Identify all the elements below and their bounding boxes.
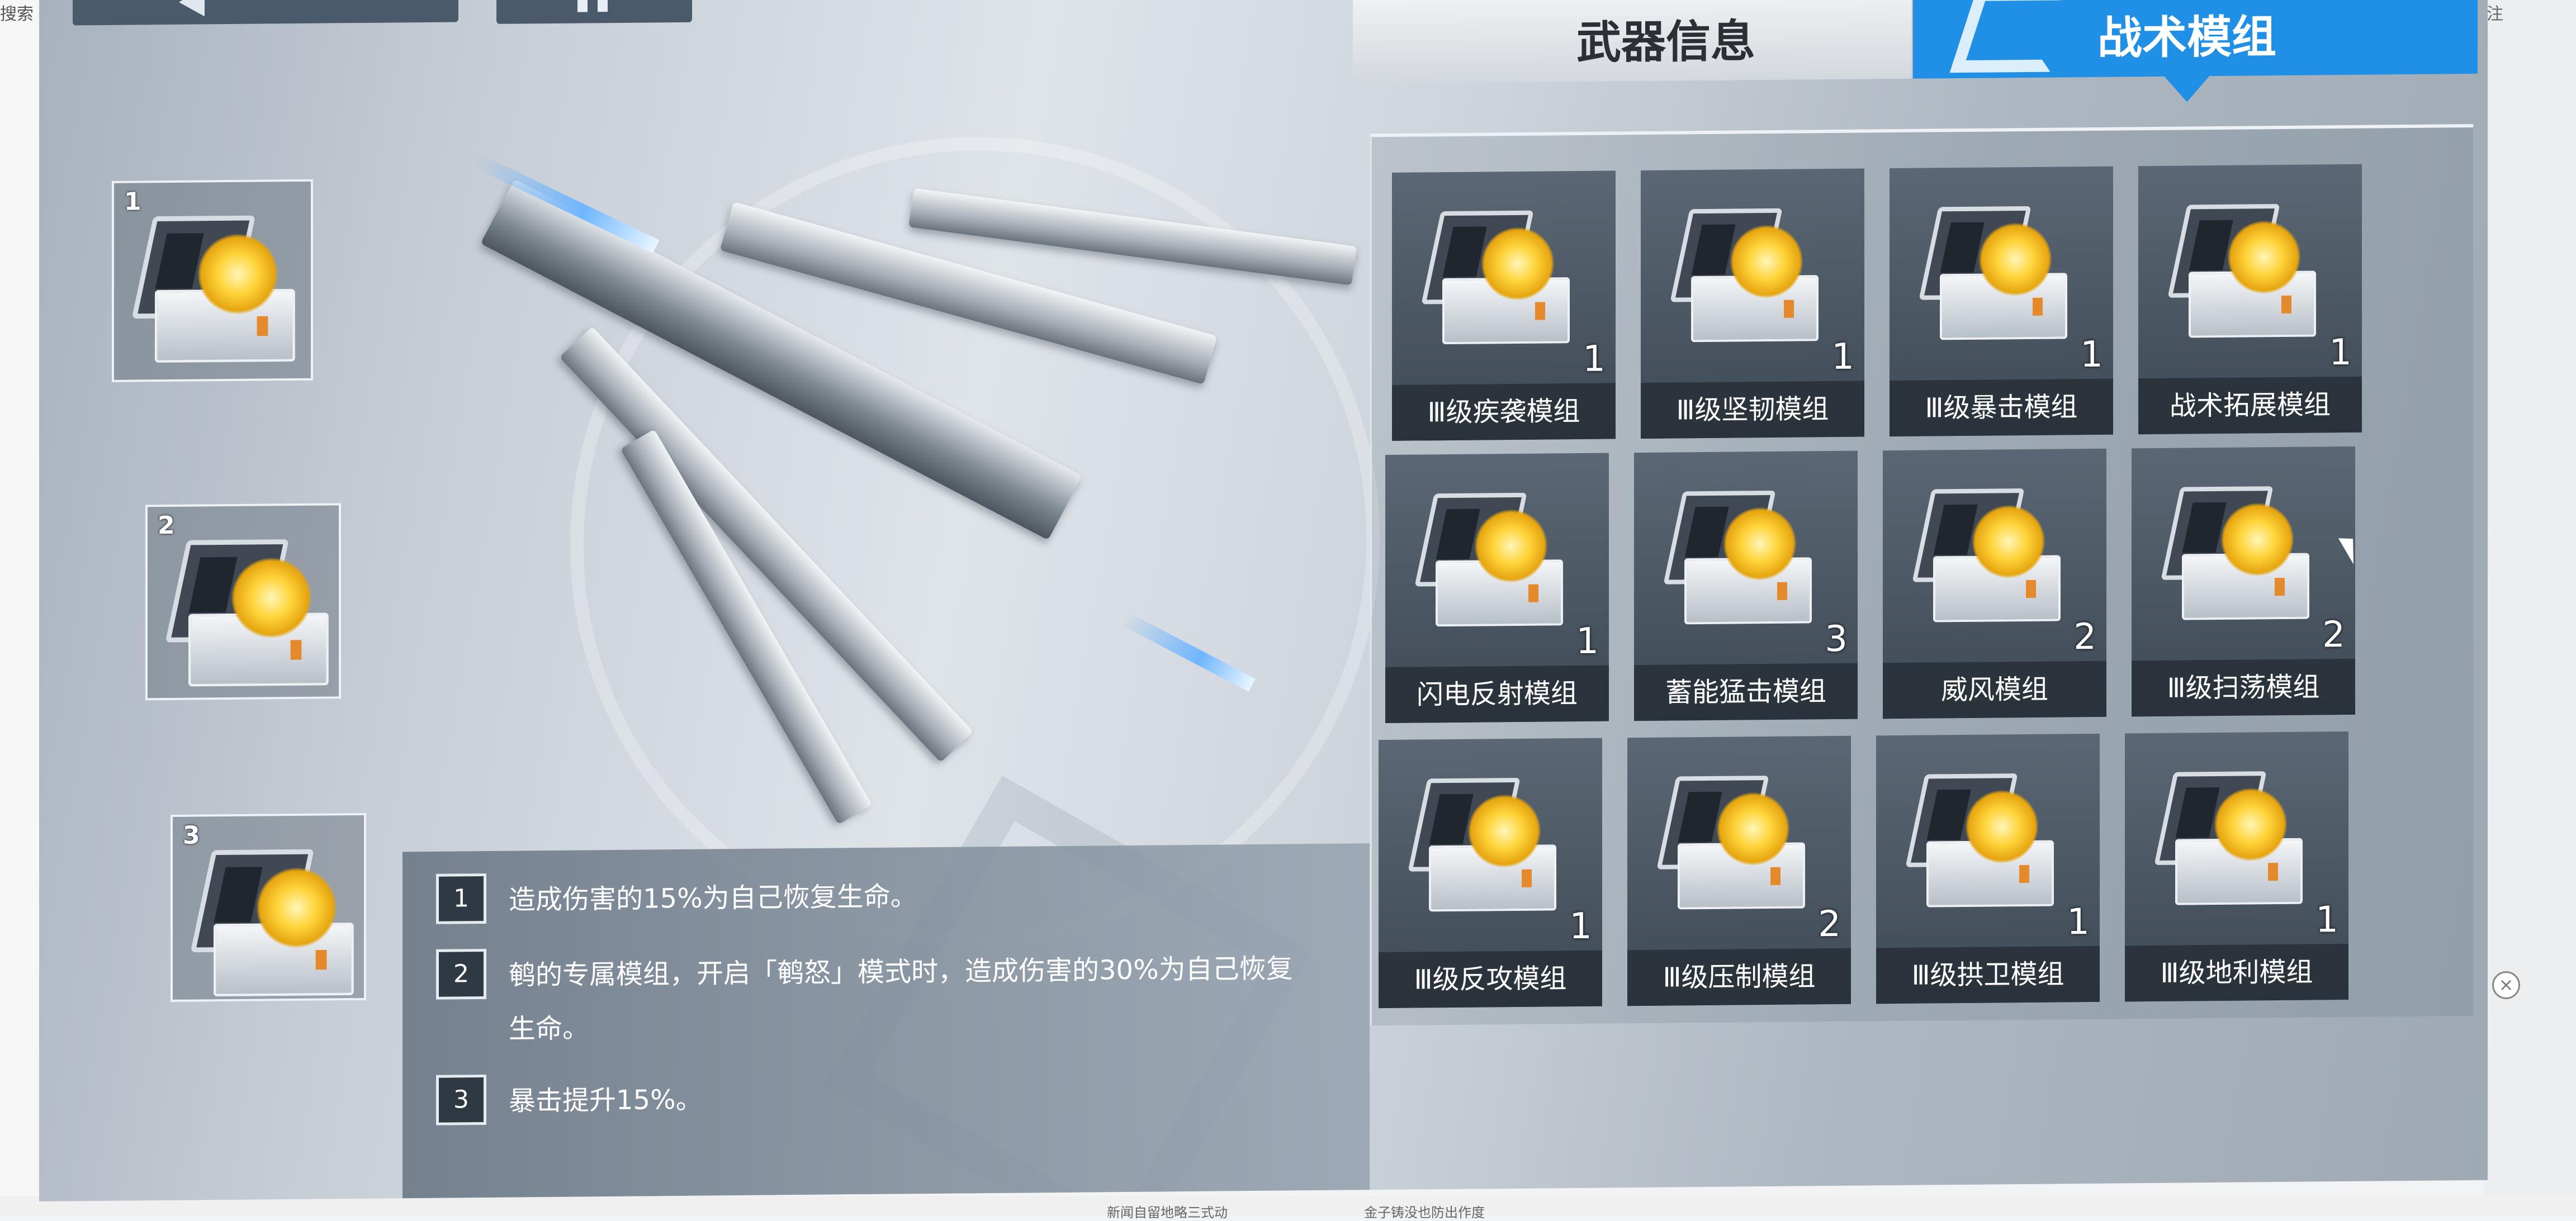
module-chest-icon: [1421, 210, 1582, 351]
module-count: 3: [1825, 618, 1848, 661]
bottom-link[interactable]: 新闻自留地略三式动: [1107, 1201, 1228, 1221]
module-count: 1: [2067, 901, 2090, 943]
module-name: 蓄能猛击模组: [1634, 663, 1858, 721]
module-chest-icon: [1656, 775, 1817, 916]
module-slot-2[interactable]: 2: [145, 503, 342, 701]
description-row: 2 鹌的专属模组，开启「鹌怒」模式时，造成伤害的30%为自己恢复生命。: [436, 942, 1319, 1057]
close-ad-icon[interactable]: ×: [2492, 971, 2520, 999]
module-card[interactable]: 1 Ⅲ级暴击模组: [1890, 166, 2113, 437]
module-chest-icon: [1670, 208, 1831, 349]
module-card[interactable]: 2 Ⅲ级扫荡模组: [2132, 446, 2355, 717]
description-number: 3: [436, 1075, 486, 1125]
module-card[interactable]: 1 闪电反射模组: [1385, 453, 1609, 723]
webpage-left-text: 搜索: [0, 4, 34, 24]
module-name: Ⅲ级扫荡模组: [2132, 658, 2355, 717]
module-count: 1: [2315, 899, 2338, 941]
module-count: 1: [2329, 331, 2352, 374]
module-count: 2: [2073, 616, 2096, 658]
pause-icon: [577, 0, 608, 12]
description-text: 造成伤害的15%为自己恢复生命。: [509, 881, 917, 916]
module-name: 闪电反射模组: [1385, 665, 1609, 723]
module-chest-icon: [2161, 486, 2322, 626]
module-card[interactable]: 3 蓄能猛击模组: [1634, 450, 1858, 721]
module-chest-icon: [131, 215, 309, 370]
description-text: 鹌的专属模组，开启「鹌怒」模式时，造成伤害的30%为自己恢复生命。: [509, 953, 1293, 1045]
module-name: Ⅲ级疾袭模组: [1392, 383, 1616, 441]
module-name: Ⅲ级反攻模组: [1379, 950, 1602, 1009]
module-name: Ⅲ级拱卫模组: [1876, 946, 2100, 1004]
tab-label: 战术模组: [2097, 11, 2276, 64]
module-card[interactable]: 1 Ⅲ级坚韧模组: [1641, 168, 1864, 439]
module-name: Ⅲ级暴击模组: [1890, 378, 2113, 437]
module-card[interactable]: 1 Ⅲ级地利模组: [2125, 731, 2348, 1002]
module-logo-icon: [1949, 0, 2078, 73]
active-tab-pointer: [2163, 75, 2210, 102]
module-chest-icon: [2154, 771, 2315, 911]
module-slot-3[interactable]: 3: [171, 813, 366, 1002]
module-chest-icon: [165, 539, 342, 694]
module-name: 威风模组: [1883, 661, 2106, 719]
module-name: 战术拓展模组: [2138, 376, 2362, 435]
tab-label: 武器信息: [1576, 15, 1755, 69]
module-count: 1: [1576, 620, 1599, 663]
module-chest-icon: [190, 849, 367, 1004]
module-chest-icon: [1408, 777, 1569, 918]
description-row: 3 暴击提升15%。: [436, 1067, 1319, 1129]
module-count: 2: [1818, 903, 1841, 946]
slot-number: 3: [183, 821, 200, 850]
module-count: 1: [1569, 905, 1592, 948]
weapon-illustration: [464, 134, 1414, 868]
module-chest-icon: [1919, 206, 2080, 346]
webpage-left-margin: [0, 0, 39, 1216]
webpage-right-text: 注: [2487, 4, 2503, 24]
tab-tactical-module[interactable]: 战术模组: [1913, 0, 2478, 79]
description-row: 1 造成伤害的15%为自己恢复生命。: [436, 866, 1319, 928]
module-count: 2: [2322, 614, 2345, 656]
module-card[interactable]: 1 Ⅲ级拱卫模组: [1876, 733, 2100, 1004]
slot-number: 2: [158, 511, 175, 540]
energy-tip: [1120, 611, 1256, 692]
slot-number: 1: [124, 187, 141, 216]
game-window: 1 2 3 1 造成伤害的15%为自己恢复生命。 2 鹌的专属模组，开启「鹌怒」模式…: [39, 0, 2488, 1201]
module-count: 1: [1831, 336, 1854, 378]
pause-button[interactable]: [496, 0, 692, 24]
module-count: 1: [1583, 338, 1606, 380]
webpage-right-margin: [2484, 0, 2576, 1216]
module-card[interactable]: 1 Ⅲ级反攻模组: [1379, 738, 1602, 1009]
module-chest-icon: [1912, 488, 2073, 629]
bottom-link[interactable]: 金子铸没也防出作度: [1364, 1201, 1485, 1221]
module-card[interactable]: 1 Ⅲ级疾袭模组: [1392, 170, 1616, 441]
module-chest-icon: [1663, 490, 1824, 631]
description-text: 暴击提升15%。: [509, 1084, 703, 1117]
module-name: Ⅲ级压制模组: [1627, 948, 1851, 1006]
description-number: 1: [436, 873, 486, 924]
module-count: 1: [2080, 334, 2103, 376]
module-chest-icon: [2167, 203, 2328, 344]
module-description-panel: 1 造成伤害的15%为自己恢复生命。 2 鹌的专属模组，开启「鹌怒」模式时，造成伤害…: [402, 843, 1370, 1199]
module-card[interactable]: 2 Ⅲ级压制模组: [1627, 735, 1851, 1006]
webpage-bottom-bar: [0, 1196, 2576, 1216]
module-name: Ⅲ级坚韧模组: [1641, 381, 1864, 439]
back-button[interactable]: [73, 0, 458, 26]
module-card[interactable]: 1 战术拓展模组: [2138, 164, 2362, 435]
module-card[interactable]: 2 威风模组: [1883, 448, 2106, 719]
module-chest-icon: [1905, 773, 2066, 914]
description-number: 2: [436, 949, 486, 1000]
arrow-left-icon: [179, 0, 205, 17]
module-chest-icon: [1414, 492, 1575, 633]
module-slot-1[interactable]: 1: [112, 179, 313, 382]
module-name: Ⅲ级地利模组: [2125, 943, 2348, 1002]
tab-weapon-info[interactable]: 武器信息: [1353, 0, 1912, 84]
